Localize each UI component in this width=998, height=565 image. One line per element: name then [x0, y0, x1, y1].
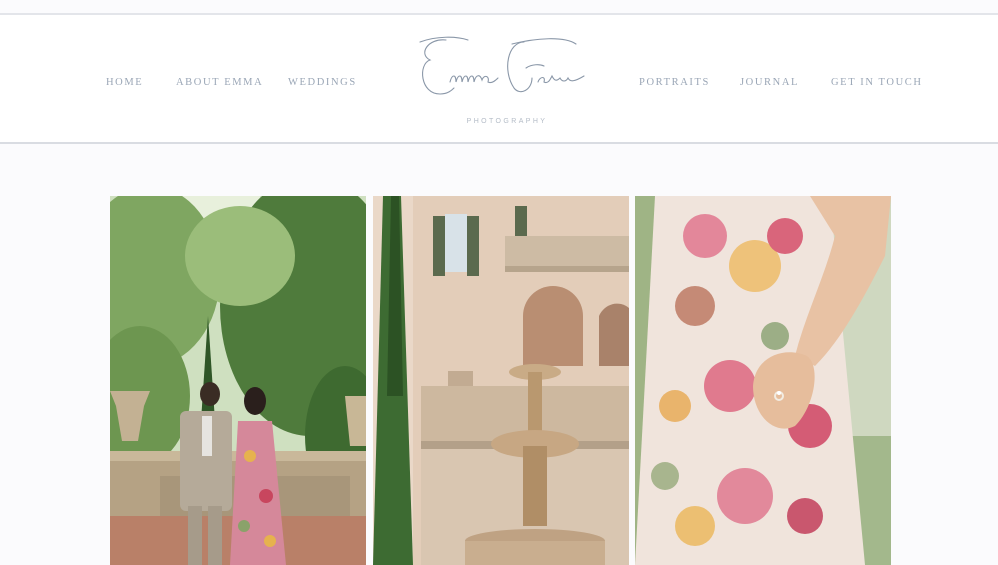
dress-photo-image: [635, 196, 891, 565]
gallery-photo-couple[interactable]: [110, 196, 366, 565]
site-logo[interactable]: PHOTOGRAPHY: [416, 30, 592, 130]
gallery-photo-dress[interactable]: [635, 196, 891, 565]
nav-journal[interactable]: JOURNAL: [740, 77, 799, 88]
villa-photo-image: [373, 196, 629, 565]
couple-photo-image: [110, 196, 366, 565]
nav-home[interactable]: HOME: [106, 77, 143, 88]
nav-weddings[interactable]: WEDDINGS: [288, 77, 357, 88]
nav-about-emma[interactable]: ABOUT EMMA: [176, 77, 263, 88]
logo-script-mark: [419, 36, 585, 95]
nav-get-in-touch[interactable]: GET IN TOUCH: [831, 77, 923, 88]
logo-subtitle: PHOTOGRAPHY: [466, 118, 548, 125]
gallery-photo-villa[interactable]: [373, 196, 629, 565]
nav-portraits[interactable]: PORTRAITS: [639, 77, 710, 88]
header-bottom-border: [0, 142, 998, 144]
